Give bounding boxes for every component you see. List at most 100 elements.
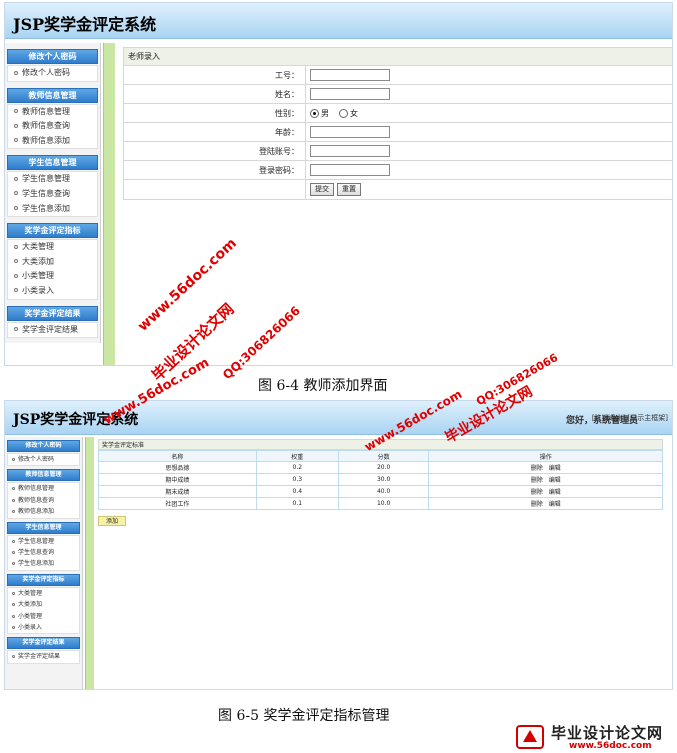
sidebar-section-header[interactable]: 奖学金评定结果 bbox=[7, 305, 98, 321]
sidebar-item[interactable]: 教师信息查询 bbox=[8, 495, 79, 506]
sidebar-item[interactable]: 大类管理 bbox=[8, 588, 79, 599]
sidebar-item[interactable]: 小类录入 bbox=[8, 284, 97, 299]
sidebar-item[interactable]: 学生信息查询 bbox=[8, 547, 79, 558]
sidebar-item[interactable]: 修改个人密码 bbox=[8, 66, 97, 81]
site-seal-icon bbox=[516, 725, 544, 749]
sidebar-item-label: 教师信息查询 bbox=[22, 121, 70, 131]
gonghao-label: 工号： bbox=[124, 66, 306, 84]
sidebar-section-header[interactable]: 修改个人密码 bbox=[7, 49, 98, 64]
sidebar-section: 修改个人密码 bbox=[7, 453, 80, 467]
cell-name: 社团工作 bbox=[98, 497, 257, 510]
cell-weight: 0.2 bbox=[255, 461, 339, 474]
sidebar-item[interactable]: 小类管理 bbox=[8, 269, 97, 284]
system-title: JSP奖学金评定系统 bbox=[13, 15, 157, 34]
delete-link[interactable]: 删除 bbox=[531, 477, 543, 484]
sidebar-item[interactable]: 学生信息管理 bbox=[8, 536, 79, 547]
login-label: 登陆账号： bbox=[124, 142, 306, 160]
cell-score: 20.0 bbox=[337, 461, 430, 474]
gender-female-radio[interactable] bbox=[339, 108, 348, 118]
sidebar-item[interactable]: 学生信息查询 bbox=[8, 187, 97, 202]
bullet-icon bbox=[12, 562, 15, 566]
sidebar-section-header[interactable]: 奖学金评定指标 bbox=[7, 573, 80, 586]
sidebar-item[interactable]: 教师信息管理 bbox=[8, 483, 79, 494]
login-input[interactable] bbox=[310, 145, 390, 157]
figure-caption-1: 图 6-4 教师添加界面 bbox=[258, 378, 388, 394]
sidebar-section-header[interactable]: 奖学金评定指标 bbox=[7, 223, 98, 239]
teacher-form: 老师录入 工号： 姓名： 性别： 男 女 年龄： 登陆账号： 登录密码： 提交 … bbox=[123, 47, 672, 200]
sidebar-item[interactable]: 大类添加 bbox=[8, 599, 79, 610]
sidebar-item[interactable]: 大类添加 bbox=[8, 255, 97, 270]
sidebar-section-header[interactable]: 修改个人密码 bbox=[7, 440, 80, 452]
reset-button[interactable]: 重置 bbox=[337, 183, 361, 196]
sidebar-item[interactable]: 学生信息管理 bbox=[8, 172, 97, 187]
age-input[interactable] bbox=[310, 126, 390, 138]
sidebar-item[interactable]: 奖学金评定结果 bbox=[8, 323, 97, 338]
sidebar-item[interactable]: 教师信息添加 bbox=[8, 506, 79, 517]
logo-url: www.56doc.com bbox=[569, 741, 652, 751]
sidebar-item[interactable]: 教师信息添加 bbox=[8, 134, 97, 149]
criteria-panel: 奖学金评定标准 名称 权重 分数 操作 思想品德 0.2 20.0 删除 编辑 期中成绩 0… bbox=[98, 439, 663, 526]
sidebar-item[interactable]: 学生信息添加 bbox=[8, 202, 97, 217]
sidebar-item[interactable]: 修改个人密码 bbox=[8, 454, 79, 465]
bullet-icon bbox=[12, 655, 15, 659]
sidebar-item[interactable]: 教师信息查询 bbox=[8, 119, 97, 134]
edit-link[interactable]: 编辑 bbox=[549, 489, 561, 496]
bullet-icon bbox=[12, 614, 15, 618]
sidebar-item[interactable]: 小类录入 bbox=[8, 622, 79, 633]
gender-male-radio[interactable] bbox=[310, 108, 319, 118]
delete-link[interactable]: 删除 bbox=[531, 489, 543, 496]
form-row-password: 登录密码： bbox=[124, 161, 672, 180]
criteria-screenshot: JSP奖学金评定系统 您好，系统管理员 [注销退出] [显示主框架] 修改个人密… bbox=[4, 400, 673, 690]
sidebar-section: 学生信息管理学生信息查询 学生信息添加 bbox=[7, 534, 80, 571]
sidebar-item-label: 教师信息查询 bbox=[18, 496, 55, 504]
cell-ops: 删除 编辑 bbox=[428, 485, 663, 498]
sidebar-section: 奖学金评定结果 bbox=[7, 321, 98, 339]
delete-link[interactable]: 删除 bbox=[531, 465, 543, 472]
sidebar-item[interactable]: 大类管理 bbox=[8, 240, 97, 255]
password-input[interactable] bbox=[310, 164, 390, 176]
header-weight: 权重 bbox=[255, 450, 339, 462]
bullet-icon bbox=[12, 487, 15, 491]
sidebar-item-label: 修改个人密码 bbox=[18, 456, 55, 463]
submit-button[interactable]: 提交 bbox=[310, 183, 334, 196]
bullet-icon bbox=[12, 458, 15, 461]
cell-score: 30.0 bbox=[337, 473, 430, 486]
bullet-icon bbox=[14, 244, 18, 249]
sidebar-item-label: 小类录入 bbox=[18, 623, 43, 631]
bullet-icon bbox=[12, 498, 15, 502]
top-links[interactable]: [注销退出] [显示主框架] bbox=[592, 413, 668, 423]
sidebar-item-label: 学生信息查询 bbox=[22, 188, 70, 198]
form-row-buttons: 提交 重置 bbox=[124, 180, 672, 199]
sidebar-item-label: 小类管理 bbox=[22, 271, 54, 281]
sidebar-item[interactable]: 小类管理 bbox=[8, 611, 79, 622]
gonghao-input[interactable] bbox=[310, 69, 390, 81]
bullet-icon bbox=[14, 138, 18, 143]
age-label: 年龄： bbox=[124, 123, 306, 141]
edit-link[interactable]: 编辑 bbox=[549, 501, 561, 508]
edit-link[interactable]: 编辑 bbox=[549, 465, 561, 472]
header-score: 分数 bbox=[337, 450, 430, 462]
header-name: 名称 bbox=[98, 450, 257, 462]
sidebar-section-header[interactable]: 教师信息管理 bbox=[7, 469, 80, 482]
sidebar-item[interactable]: 教师信息管理 bbox=[8, 105, 97, 120]
sidebar-section-header[interactable]: 学生信息管理 bbox=[7, 155, 98, 171]
sidebar-item[interactable]: 奖学金评定结果 bbox=[8, 651, 79, 662]
delete-link[interactable]: 删除 bbox=[531, 501, 543, 508]
password-label: 登录密码： bbox=[124, 161, 306, 179]
sidebar: 修改个人密码 修改个人密码 教师信息管理 教师信息管理 教师信息查询 教师信息添加 学生信息… bbox=[5, 437, 83, 689]
name-input[interactable] bbox=[310, 88, 390, 100]
table-row: 思想品德 0.2 20.0 删除 编辑 bbox=[98, 461, 663, 474]
top-banner: JSP奖学金评定系统 bbox=[5, 3, 672, 39]
edit-link[interactable]: 编辑 bbox=[549, 477, 561, 484]
sidebar-section-header[interactable]: 奖学金评定结果 bbox=[7, 637, 80, 650]
cell-name: 期末成绩 bbox=[98, 485, 257, 498]
bullet-icon bbox=[12, 510, 15, 514]
gender-female-label: 女 bbox=[350, 108, 358, 118]
sidebar-item[interactable]: 学生信息添加 bbox=[8, 558, 79, 569]
sidebar-item-label: 学生信息管理 bbox=[18, 537, 55, 545]
sidebar-section-header[interactable]: 学生信息管理 bbox=[7, 521, 80, 534]
sidebar-section: 大类管理 大类添加 小类管理小类录入 bbox=[7, 239, 98, 300]
sidebar-section: 修改个人密码 bbox=[7, 65, 98, 82]
add-button[interactable]: 添加 bbox=[98, 516, 127, 526]
sidebar-section-header[interactable]: 教师信息管理 bbox=[7, 87, 98, 103]
